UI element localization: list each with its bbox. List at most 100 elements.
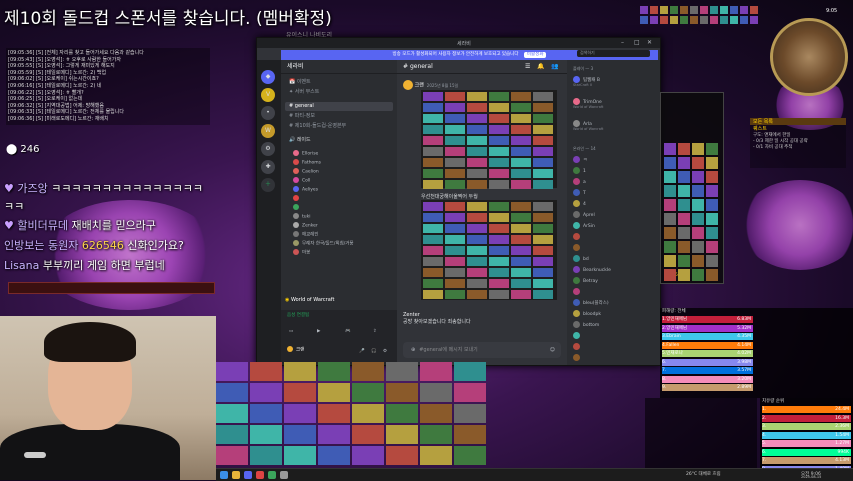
bag-panel[interactable]: 274,560 ● bbox=[660, 92, 724, 284]
message-input[interactable]: ⊕ #general에 메시지 보내기 ☺ bbox=[403, 342, 561, 358]
weather-widget[interactable]: 26°C 대체로 흐림 bbox=[686, 471, 721, 477]
quest-header[interactable]: 모든 목록 bbox=[750, 118, 846, 125]
member-item[interactable] bbox=[573, 233, 583, 240]
voice-user[interactable]: 마봉 bbox=[293, 249, 310, 257]
channel-boost[interactable]: ✦ 서버 부스트 bbox=[285, 88, 393, 97]
noise-button[interactable]: ▭ bbox=[289, 328, 293, 336]
message-avatar[interactable] bbox=[403, 80, 413, 90]
member-item[interactable]: 1 bbox=[573, 167, 586, 174]
attach-plus-icon[interactable]: ⊕ bbox=[411, 347, 415, 353]
member-item[interactable]: 4 bbox=[573, 200, 586, 207]
emoji-icon[interactable]: ☺ bbox=[550, 342, 555, 358]
close-icon[interactable]: ✕ bbox=[647, 39, 652, 46]
minimize-icon[interactable]: – bbox=[621, 39, 624, 46]
maximize-icon[interactable]: □ bbox=[634, 39, 640, 46]
video-button[interactable]: ▶ bbox=[317, 328, 320, 336]
server-name[interactable]: 세라비 bbox=[281, 60, 397, 74]
channel-general[interactable]: # general bbox=[285, 102, 393, 111]
voice-user[interactable] bbox=[293, 204, 302, 212]
image-cell bbox=[445, 158, 465, 167]
screen-share-button[interactable]: ⇪ bbox=[373, 328, 377, 336]
member-item[interactable]: Aprel bbox=[573, 211, 595, 218]
roster-cell bbox=[420, 446, 452, 465]
member-item[interactable] bbox=[573, 244, 583, 251]
channel-party-info[interactable]: # 파티-정보 bbox=[285, 112, 393, 121]
headphones-icon[interactable]: 🎧 bbox=[371, 348, 377, 356]
settings-gear-icon[interactable]: ⚙ bbox=[383, 348, 387, 356]
voice-user[interactable]: 무례자 한국/돌드/외침/거풍 bbox=[293, 240, 354, 248]
member-item[interactable]: bleu(블라스) bbox=[573, 299, 609, 306]
voice-user[interactable]: 애교레인 bbox=[293, 231, 319, 239]
member-item[interactable]: Bearknuckle bbox=[573, 266, 611, 273]
bag-slot bbox=[706, 255, 718, 267]
member-item[interactable] bbox=[573, 332, 583, 339]
bag-slot bbox=[706, 171, 718, 183]
meter-row-name: 2. bbox=[762, 415, 767, 421]
server-icon[interactable]: ⚙ bbox=[261, 142, 275, 156]
thread-icon[interactable]: ☰ bbox=[525, 60, 530, 74]
image-cell bbox=[489, 158, 509, 167]
member-item[interactable] bbox=[573, 343, 583, 350]
search-box[interactable]: 검색하기 bbox=[577, 50, 650, 57]
member-item[interactable]: a bbox=[573, 178, 586, 185]
member-item[interactable]: ㅋ bbox=[573, 156, 587, 163]
discord-window[interactable]: 세라비 – □ ✕ 방송 모드가 활성화되어 사용자 정보가 안전하게 보호되고… bbox=[256, 37, 661, 366]
channel-events[interactable]: 📅 이벤트 bbox=[285, 78, 393, 87]
disable-streamer-mode-button[interactable]: 비활성화 bbox=[523, 52, 547, 58]
mic-icon[interactable]: 🎤 bbox=[359, 348, 365, 356]
bag-slot bbox=[692, 199, 704, 211]
buff-icon bbox=[720, 6, 728, 14]
attachment-image[interactable] bbox=[421, 200, 557, 300]
game-action-bar[interactable] bbox=[8, 282, 215, 294]
taskbar-app-icon[interactable] bbox=[232, 471, 240, 479]
taskbar-app-icon[interactable] bbox=[256, 471, 264, 479]
voice-user[interactable]: Fathoms bbox=[293, 159, 321, 167]
webcam-feed bbox=[0, 316, 216, 480]
channel-dolcup-ops[interactable]: # 제10회-돌드컵-운영본부 bbox=[285, 122, 393, 131]
image-cell bbox=[533, 114, 553, 123]
voice-user[interactable] bbox=[293, 195, 302, 203]
member-item[interactable]: ArSin bbox=[573, 222, 595, 229]
bag-slot bbox=[706, 241, 718, 253]
taskbar-app-icon[interactable] bbox=[268, 471, 276, 479]
server-icon[interactable]: • bbox=[261, 106, 275, 120]
voice-user[interactable]: Coll bbox=[293, 177, 310, 185]
bag-slot bbox=[706, 269, 718, 281]
start-icon[interactable] bbox=[220, 471, 228, 479]
member-item[interactable]: Arla World of Warcraft bbox=[573, 120, 603, 132]
member-item[interactable]: bottom bbox=[573, 321, 599, 328]
voice-user[interactable]: Ellorise bbox=[293, 150, 318, 158]
server-icon[interactable]: W bbox=[261, 124, 275, 138]
voice-user[interactable]: tuki bbox=[293, 213, 310, 221]
member-item[interactable]: bloodpk bbox=[573, 310, 601, 317]
members-icon[interactable]: 👥 bbox=[551, 60, 558, 74]
member-item[interactable] bbox=[573, 288, 583, 295]
member-item[interactable]: T bbox=[573, 189, 586, 196]
home-server-icon[interactable]: ◆ bbox=[261, 70, 275, 84]
minimap[interactable] bbox=[770, 18, 848, 96]
member-item[interactable]: 팀웹패 B StarCraft II bbox=[573, 76, 600, 88]
bell-icon[interactable]: 🔔 bbox=[537, 60, 544, 74]
voice-user[interactable]: Aeliyes bbox=[293, 186, 318, 194]
voice-channel-raid[interactable]: 🔊 레이드 bbox=[285, 136, 393, 145]
member-item[interactable] bbox=[573, 354, 583, 361]
voice-user[interactable]: Caelion bbox=[293, 168, 319, 176]
member-avatar bbox=[573, 167, 580, 174]
taskbar-app-icon[interactable] bbox=[244, 471, 252, 479]
game-chat-box[interactable] bbox=[645, 398, 757, 468]
server-icon[interactable]: V bbox=[261, 88, 275, 102]
member-name: bloodpk bbox=[583, 312, 601, 317]
image-cell bbox=[423, 103, 443, 112]
voice-user[interactable]: Zenker bbox=[293, 222, 318, 230]
taskbar-app-icon[interactable] bbox=[280, 471, 288, 479]
member-item[interactable]: Betray bbox=[573, 277, 598, 284]
discord-titlebar[interactable]: 세라비 – □ ✕ bbox=[257, 38, 660, 48]
add-server-icon[interactable]: ＋ bbox=[261, 178, 275, 192]
member-item[interactable]: bd bbox=[573, 255, 589, 262]
server-icon[interactable]: ✚ bbox=[261, 160, 275, 174]
member-item[interactable]: TrimOne World of Warcraft bbox=[573, 98, 603, 110]
bag-slot bbox=[678, 143, 690, 155]
meter-row: 1. 24.4M bbox=[762, 406, 851, 413]
attachment-image[interactable] bbox=[421, 90, 557, 189]
activity-button[interactable]: 🎮 bbox=[345, 328, 351, 336]
